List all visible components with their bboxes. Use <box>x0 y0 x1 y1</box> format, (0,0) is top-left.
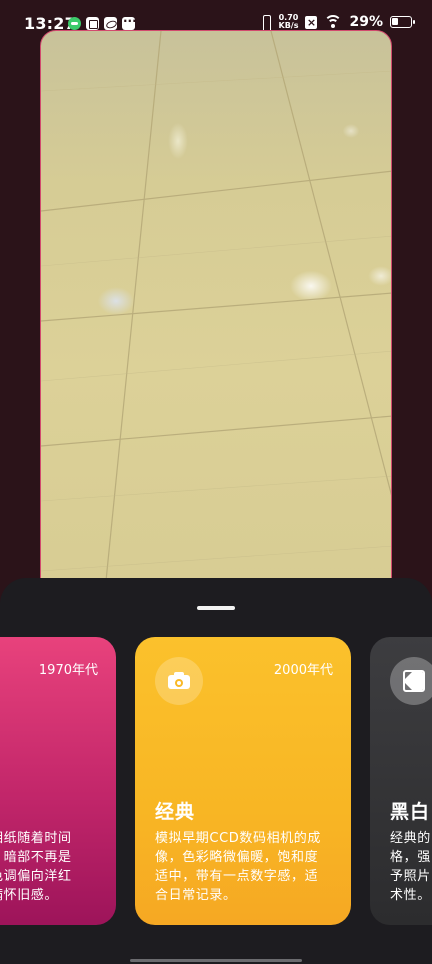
store-app-icon <box>86 17 99 30</box>
card-era: 2000年代 <box>273 663 333 678</box>
card-description: 经典的 格，强 予照片 术性。 <box>390 831 431 903</box>
notification-icons <box>68 14 137 30</box>
wifi-icon <box>324 15 343 29</box>
status-indicators: 0.70 KB/s × 29% <box>260 14 415 32</box>
sheet-drag-handle[interactable] <box>197 606 235 610</box>
style-card-classic[interactable]: 2000年代 经典 模拟早期CCD数码相机的成像，色彩略微偏暖，饱和度适中，带有… <box>135 637 351 925</box>
card-icon-badge <box>390 657 432 705</box>
card-description: 模拟早期CCD数码相机的成像，色彩略微偏暖，饱和度适中，带有一点数字感，适合日常… <box>155 831 321 903</box>
style-card-black-white[interactable]: 黑白 经典的 格，强 予照片 术性。 <box>370 637 432 925</box>
floor-tile-lines <box>41 31 391 649</box>
camera-viewfinder[interactable] <box>40 30 392 650</box>
vibrate-icon <box>260 14 272 32</box>
network-speed: 0.70 KB/s <box>279 14 299 30</box>
network-speed-unit: KB/s <box>278 21 299 30</box>
style-card-vintage[interactable]: 1970年代 相纸随着时间 ，暗部不再是 色调偏向洋红 满怀旧感。 <box>0 637 116 925</box>
camera-screen: 13:27 0.70 KB/s × 29% <box>0 0 432 964</box>
more-notifications-icon <box>122 14 137 30</box>
messaging-app-icon <box>68 17 81 30</box>
no-sim-icon: × <box>305 15 318 29</box>
card-title: 经典 <box>155 801 196 823</box>
home-indicator[interactable] <box>130 959 302 962</box>
film-style-sheet: 1970年代 相纸随着时间 ，暗部不再是 色调偏向洋红 满怀旧感。 2000年代… <box>0 578 432 964</box>
card-era: 1970年代 <box>38 663 98 678</box>
battery-percent: 29% <box>349 14 383 30</box>
card-icon-badge <box>155 657 203 705</box>
card-title: 黑白 <box>390 801 431 823</box>
card-description: 相纸随着时间 ，暗部不再是 色调偏向洋红 满怀旧感。 <box>0 831 72 903</box>
camera-icon <box>168 672 190 689</box>
battery-icon <box>390 16 415 28</box>
black-white-icon <box>403 670 425 692</box>
chat-app-icon <box>104 17 117 30</box>
